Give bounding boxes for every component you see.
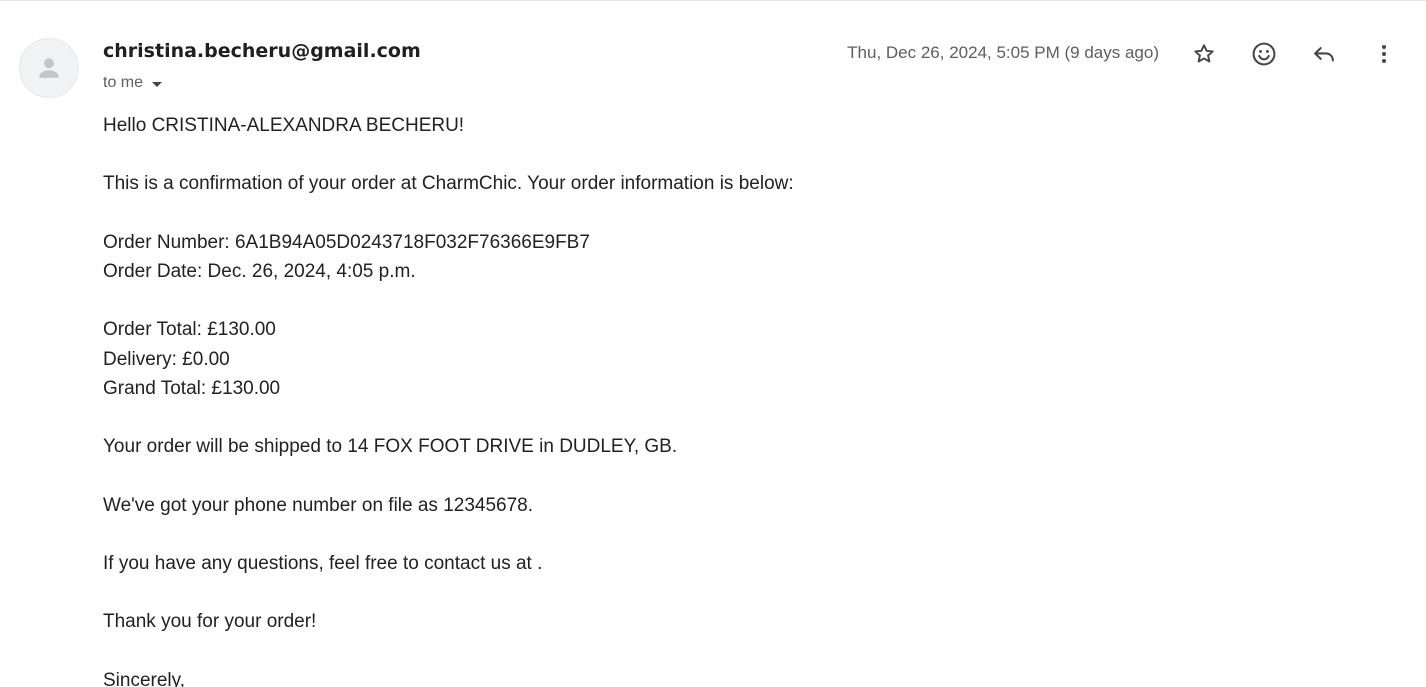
email-body: Hello CRISTINA-ALEXANDRA BECHERU! This i… <box>103 111 1303 687</box>
signoff-line: Sincerely, <box>103 669 186 687</box>
recipient-label: to me <box>103 74 144 91</box>
shipping-line: Your order will be shipped to 14 FOX FOO… <box>103 436 678 458</box>
order-number-line: Order Number: 6A1B94A05D0243718F032F7636… <box>103 231 590 253</box>
smiley-icon <box>1251 41 1277 67</box>
sender-email[interactable]: christina.becheru@gmail.com <box>103 40 421 62</box>
intro-line: This is a confirmation of your order at … <box>103 173 794 195</box>
more-vert-icon <box>1372 42 1396 66</box>
thanks-line: Thank you for your order! <box>103 611 317 633</box>
order-date-line: Order Date: Dec. 26, 2024, 4:05 p.m. <box>103 260 416 282</box>
grand-total-line: Grand Total: £130.00 <box>103 377 281 399</box>
reply-icon <box>1311 41 1337 67</box>
phone-line: We've got your phone number on file as 1… <box>103 494 534 516</box>
message-date: Thu, Dec 26, 2024, 5:05 PM (9 days ago) <box>847 43 1159 62</box>
recipient-details-toggle[interactable]: to me <box>103 73 163 93</box>
person-icon <box>35 54 63 82</box>
email-message-view: christina.becheru@gmail.com to me Thu, D… <box>0 0 1426 687</box>
greeting-line: Hello CRISTINA-ALEXANDRA BECHERU! <box>103 115 465 136</box>
reply-button[interactable] <box>1304 34 1344 74</box>
star-icon <box>1192 42 1216 66</box>
sender-avatar[interactable] <box>19 38 79 98</box>
contact-line: If you have any questions, feel free to … <box>103 552 543 574</box>
star-button[interactable] <box>1184 34 1224 74</box>
caret-down-icon[interactable] <box>152 81 163 87</box>
delivery-line: Delivery: £0.00 <box>103 348 230 370</box>
add-reaction-button[interactable] <box>1244 34 1284 74</box>
more-options-button[interactable] <box>1364 34 1404 74</box>
order-total-line: Order Total: £130.00 <box>103 319 276 341</box>
